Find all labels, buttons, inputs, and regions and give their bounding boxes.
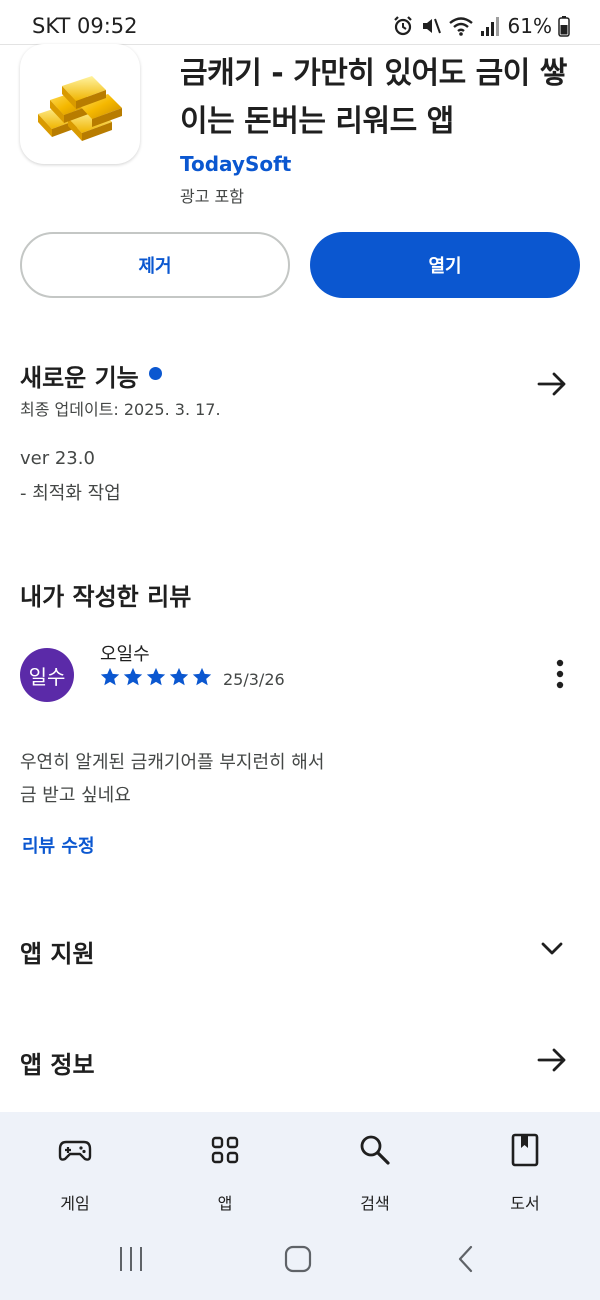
status-bar: SKT 09:52 61%	[0, 0, 600, 50]
nav-label-games: 게임	[60, 1194, 90, 1213]
whats-new-title: 새로운 기능	[20, 364, 139, 392]
gamepad-icon	[58, 1140, 92, 1161]
app-info-arrow-icon[interactable]	[534, 1042, 570, 1078]
battery-icon	[558, 15, 570, 37]
nav-label-search: 검색	[360, 1194, 390, 1213]
star-icon	[169, 667, 189, 686]
nav-label-books: 도서	[510, 1194, 540, 1213]
contains-ads-label: 광고 포함	[180, 187, 244, 206]
wifi-icon	[448, 15, 474, 37]
carrier-time: SKT 09:52	[32, 14, 138, 38]
star-icon	[123, 667, 143, 686]
last-updated: 최종 업데이트: 2025. 3. 17.	[20, 400, 221, 419]
system-navigation-bar	[0, 1220, 600, 1300]
nav-item-search[interactable]: 검색	[300, 1132, 450, 1222]
edit-review-link[interactable]: 리뷰 수정	[22, 832, 95, 858]
reviewer-name: 오일수	[100, 644, 150, 665]
review-text-line: 우연히 알게된 금캐기어플 부지런히 해서	[20, 752, 325, 773]
whats-new-arrow-icon[interactable]	[534, 366, 570, 402]
alarm-icon	[392, 15, 414, 37]
recent-apps-icon[interactable]	[116, 1244, 146, 1274]
gold-bars-icon	[38, 76, 122, 141]
avatar: 일수	[20, 648, 74, 702]
app-icon[interactable]	[20, 44, 140, 164]
developer-link[interactable]: TodaySoft	[180, 152, 291, 176]
review-date: 25/3/26	[223, 670, 285, 689]
new-indicator-dot	[148, 367, 162, 380]
apps-grid-icon	[211, 1136, 239, 1164]
uninstall-button[interactable]: 제거	[20, 232, 290, 298]
book-icon	[511, 1133, 539, 1167]
home-icon[interactable]	[283, 1244, 313, 1274]
back-icon[interactable]	[452, 1244, 482, 1274]
nav-label-apps: 앱	[217, 1194, 233, 1213]
status-icons: 61%	[392, 12, 570, 40]
star-rating	[99, 666, 213, 688]
version-text: ver 23.0	[20, 448, 95, 469]
mute-icon	[420, 15, 442, 37]
my-review-title: 내가 작성한 리뷰	[20, 583, 192, 611]
review-text-line: 금 받고 싶네요	[20, 785, 131, 806]
app-info-title[interactable]: 앱 정보	[20, 1045, 95, 1080]
more-options-icon[interactable]	[548, 656, 572, 692]
signal-icon	[480, 15, 500, 37]
nav-item-apps[interactable]: 앱	[150, 1132, 300, 1222]
review-text: 우연히 알게된 금캐기어플 부지런히 해서 금 받고 싶네요	[20, 746, 560, 812]
app-support-title[interactable]: 앱 지원	[20, 934, 95, 969]
battery-percent: 61%	[507, 14, 552, 38]
nav-item-games[interactable]: 게임	[0, 1132, 150, 1222]
whats-new-header[interactable]: 새로운 기능	[20, 358, 162, 393]
chevron-down-icon[interactable]	[534, 930, 570, 966]
star-icon	[100, 667, 120, 686]
release-notes: - 최적화 작업	[20, 483, 121, 504]
star-icon	[146, 667, 166, 686]
nav-item-books[interactable]: 도서	[450, 1132, 600, 1222]
app-title: 금캐기 - 가만히 있어도 금이 쌓이는 돈버는 리워드 앱	[180, 56, 567, 139]
open-button[interactable]: 열기	[310, 232, 580, 298]
search-icon	[360, 1135, 390, 1165]
star-icon	[192, 667, 212, 686]
